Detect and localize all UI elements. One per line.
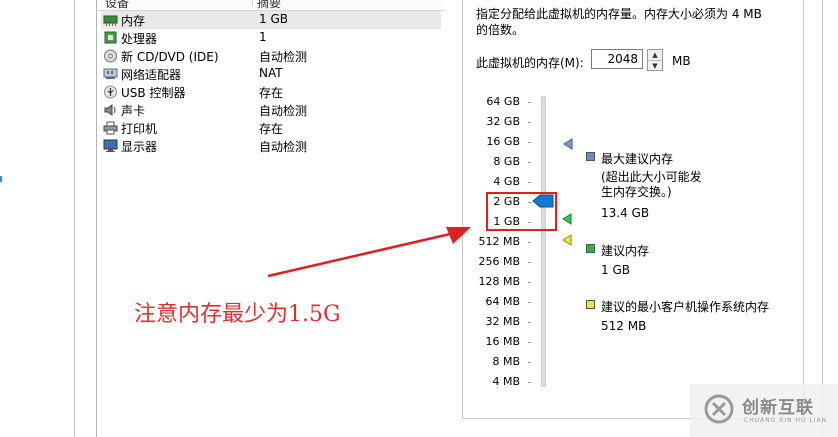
annotation-text: 注意内存最少为1.5G bbox=[134, 302, 341, 327]
network-adapter-icon bbox=[103, 68, 118, 79]
device-name: 内存 bbox=[121, 14, 146, 28]
memory-size-input[interactable]: 2048 bbox=[591, 49, 643, 69]
device-table-header: 设备 摘要 bbox=[97, 0, 445, 11]
header-device[interactable]: 设备 bbox=[105, 0, 129, 11]
scale-tick bbox=[528, 302, 531, 303]
device-value: 1 bbox=[259, 30, 267, 44]
device-value: 存在 bbox=[259, 86, 284, 100]
memory-icon bbox=[103, 15, 118, 26]
device-value: 存在 bbox=[259, 122, 284, 136]
device-row-network[interactable]: 网络适配器 NAT bbox=[101, 65, 441, 83]
left-panel bbox=[0, 0, 75, 437]
display-icon bbox=[103, 139, 118, 152]
device-row-cd-dvd[interactable]: 新 CD/DVD (IDE) 自动检测 bbox=[101, 47, 441, 65]
scale-tick bbox=[528, 362, 531, 363]
scale-label: 4 GB bbox=[493, 175, 520, 188]
device-value: 自动检测 bbox=[259, 140, 308, 154]
recommended-title: 建议内存 bbox=[601, 244, 650, 258]
device-row-processor[interactable]: 处理器 1 bbox=[101, 29, 441, 47]
max-recommended-marker-icon bbox=[563, 138, 573, 150]
scale-tick bbox=[528, 122, 531, 123]
device-name: 处理器 bbox=[121, 32, 158, 46]
device-name: 声卡 bbox=[121, 104, 146, 118]
spinner-up-icon[interactable]: ▲ bbox=[648, 50, 662, 60]
scale-label: 256 MB bbox=[478, 255, 520, 268]
annotation-arrow-icon bbox=[267, 227, 471, 278]
min-guest-value: 512 MB bbox=[601, 319, 647, 333]
max-recommended-swatch bbox=[586, 152, 595, 161]
memory-spinner[interactable]: ▲ ▼ bbox=[647, 49, 663, 71]
scale-label: 4 MB bbox=[492, 375, 520, 388]
recommended-value: 1 GB bbox=[601, 263, 630, 277]
device-name: 网络适配器 bbox=[121, 68, 182, 82]
device-value: NAT bbox=[259, 66, 283, 80]
device-value: 自动检测 bbox=[259, 104, 308, 118]
memory-slider-track[interactable] bbox=[541, 96, 546, 387]
processor-icon bbox=[104, 31, 117, 44]
scale-label: 16 GB bbox=[486, 135, 520, 148]
scale-label: 64 GB bbox=[486, 95, 520, 108]
scale-tick bbox=[528, 322, 531, 323]
scale-tick bbox=[528, 242, 531, 243]
memory-unit: MB bbox=[672, 54, 691, 68]
scale-label: 32 GB bbox=[486, 115, 520, 128]
min-guest-swatch bbox=[586, 300, 595, 309]
device-row-memory[interactable]: 内存 1 GB bbox=[101, 11, 441, 29]
scale-label: 16 MB bbox=[485, 335, 520, 348]
scale-label: 8 MB bbox=[492, 355, 520, 368]
scale-tick bbox=[528, 182, 531, 183]
scale-tick bbox=[528, 162, 531, 163]
memory-label: 此虚拟机的内存(M): bbox=[476, 56, 584, 70]
max-recommended-value: 13.4 GB bbox=[601, 206, 650, 220]
recommended-marker-icon bbox=[562, 213, 572, 225]
spinner-down-icon[interactable]: ▼ bbox=[648, 60, 662, 71]
highlight-box bbox=[486, 192, 557, 231]
device-name: 新 CD/DVD (IDE) bbox=[121, 50, 219, 64]
watermark: 创新互联 CHUANG XIN HU LIAN bbox=[690, 384, 838, 437]
memory-group-border bbox=[462, 0, 463, 418]
scale-label: 128 MB bbox=[478, 275, 520, 288]
scale-label: 32 MB bbox=[485, 315, 520, 328]
header-summary[interactable]: 摘要 bbox=[257, 0, 281, 11]
scale-tick bbox=[528, 262, 531, 263]
sound-card-icon bbox=[104, 104, 116, 116]
recommended-swatch bbox=[586, 244, 595, 253]
left-panel-marker bbox=[0, 176, 2, 182]
printer-icon bbox=[103, 121, 118, 135]
device-name: 打印机 bbox=[121, 122, 158, 136]
device-row-printer[interactable]: 打印机 存在 bbox=[101, 119, 441, 137]
device-row-display[interactable]: 显示器 自动检测 bbox=[101, 137, 441, 155]
device-list-panel: 设备 摘要 内存 1 GB 处理器 1 新 CD/DVD (IDE) 自动检测 … bbox=[96, 0, 446, 437]
scale-label: 8 GB bbox=[493, 155, 520, 168]
scale-tick bbox=[528, 282, 531, 283]
watermark-logo-icon bbox=[704, 394, 734, 424]
device-name: 显示器 bbox=[121, 140, 158, 154]
max-recommended-title: 最大建议内存 bbox=[601, 152, 674, 166]
device-name: USB 控制器 bbox=[121, 86, 186, 100]
memory-description: 指定分配给此虚拟机的内存量。内存大小必须为 4 MB 的倍数。 bbox=[476, 7, 762, 37]
usb-icon bbox=[104, 85, 117, 99]
scale-label: 512 MB bbox=[478, 235, 520, 248]
watermark-title: 创新互联 bbox=[742, 398, 814, 418]
device-value: 自动检测 bbox=[259, 50, 308, 64]
device-row-sound[interactable]: 声卡 自动检测 bbox=[101, 101, 441, 119]
min-guest-title: 建议的最小客户机操作系统内存 bbox=[601, 300, 770, 314]
scale-tick bbox=[528, 342, 531, 343]
max-recommended-note: (超出此大小可能发生内存交换。) bbox=[601, 170, 702, 199]
min-guest-marker-icon bbox=[562, 234, 572, 246]
scale-tick bbox=[528, 102, 531, 103]
cd-dvd-icon bbox=[104, 49, 117, 63]
device-value: 1 GB bbox=[259, 12, 288, 26]
watermark-subtitle: CHUANG XIN HU LIAN bbox=[744, 417, 828, 424]
device-row-usb[interactable]: USB 控制器 存在 bbox=[101, 83, 441, 101]
scale-tick bbox=[528, 142, 531, 143]
scale-tick bbox=[528, 382, 531, 383]
scale-label: 64 MB bbox=[485, 295, 520, 308]
